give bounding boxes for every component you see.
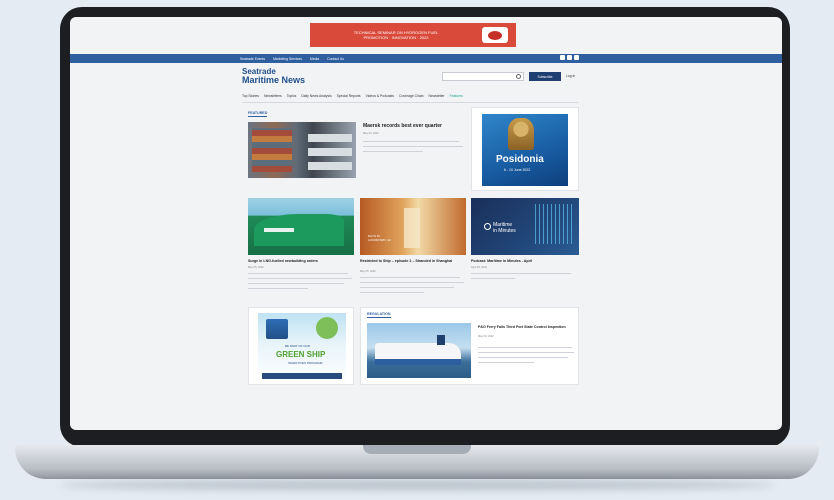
featured-excerpt-line bbox=[363, 151, 423, 152]
banner-ad[interactable]: TECHNICAL SEMINAR ON HYDROGEN FUEL PROMO… bbox=[310, 23, 516, 47]
regulation-section-label: REGULATION bbox=[367, 312, 391, 318]
card2-overlay-text: DAYS IN LOCKDOWN: 42 bbox=[368, 234, 391, 242]
linkedin-icon[interactable] bbox=[567, 55, 572, 60]
regulation-excerpt-line bbox=[478, 347, 572, 348]
card2-excerpt-line bbox=[360, 282, 464, 283]
regulation-image[interactable] bbox=[367, 323, 471, 378]
clock-icon bbox=[484, 223, 491, 230]
greenship-ad[interactable]: BE PART OF OUR GREEN SHIP INCENTIVES PRO… bbox=[258, 313, 346, 383]
category-videos[interactable]: Videos & Podcasts bbox=[366, 94, 394, 98]
category-coverage[interactable]: Coverage Chain bbox=[399, 94, 424, 98]
category-nav: Top Stories Newsletters Topics Daily New… bbox=[242, 94, 463, 98]
regulation-headline[interactable]: P&O Ferry Fails Third Port State Control… bbox=[478, 325, 574, 330]
posidonia-title: Posidonia bbox=[496, 154, 544, 165]
category-newsletter[interactable]: Newsletter bbox=[429, 94, 445, 98]
facebook-icon[interactable] bbox=[560, 55, 565, 60]
regulation-date: May 06, 2022 bbox=[478, 335, 494, 338]
card1-excerpt-line bbox=[248, 278, 352, 279]
regulation-excerpt-line bbox=[478, 352, 574, 353]
card3-excerpt-line bbox=[471, 278, 515, 279]
topnav-link-contact[interactable]: Contact Us bbox=[327, 57, 344, 61]
card1-excerpt-line bbox=[248, 273, 348, 274]
featured-date: May 04, 2022 bbox=[363, 132, 379, 135]
greenship-title: GREEN SHIP bbox=[276, 350, 326, 359]
search-icon[interactable] bbox=[516, 74, 521, 79]
card1-image[interactable] bbox=[248, 198, 354, 255]
logo-line2: Maritime News bbox=[242, 75, 306, 85]
card1-headline[interactable]: Surge in LNG-fuelled newbuilding orders bbox=[248, 259, 354, 264]
card1-excerpt-line bbox=[248, 288, 308, 289]
banner-logo-icon bbox=[482, 27, 508, 43]
card2-headline[interactable]: Restricted to Ship – episode 2 – Strande… bbox=[360, 259, 460, 264]
featured-excerpt-line bbox=[363, 146, 463, 147]
topnav-link-media[interactable]: Media bbox=[310, 57, 319, 61]
category-daily-news[interactable]: Daily News Analysis bbox=[301, 94, 331, 98]
regulation-excerpt-line bbox=[478, 362, 534, 363]
category-top-stories[interactable]: Top Stories bbox=[242, 94, 259, 98]
login-link[interactable]: Log in bbox=[566, 74, 575, 78]
featured-headline[interactable]: Maersk records best ever quarter bbox=[363, 124, 473, 129]
laptop-shadow bbox=[60, 480, 774, 490]
featured-image[interactable] bbox=[248, 122, 356, 178]
search-input[interactable] bbox=[442, 72, 524, 81]
laptop-notch bbox=[363, 445, 471, 454]
card3-headline[interactable]: Podcast: Maritime in Minutes - April bbox=[471, 259, 579, 264]
posidonia-ad[interactable]: Posidonia 6 - 10 June 2022 bbox=[482, 114, 568, 186]
mim-line2: in Minutes bbox=[493, 228, 516, 234]
card2-date: May 05, 2022 bbox=[360, 270, 376, 273]
card3-excerpt-line bbox=[471, 273, 571, 274]
category-topics[interactable]: Topics bbox=[287, 94, 297, 98]
category-newsletters[interactable]: Newsletters bbox=[264, 94, 282, 98]
subscribe-button[interactable]: Subscribe bbox=[529, 72, 561, 81]
twitter-icon[interactable] bbox=[574, 55, 579, 60]
card2-excerpt-line bbox=[360, 287, 454, 288]
topnav-link-marketing[interactable]: Marketing Services bbox=[273, 57, 302, 61]
card3-date: April 29, 2022 bbox=[471, 266, 488, 269]
posidonia-subtitle: 6 - 10 June 2022 bbox=[504, 168, 531, 172]
site-logo[interactable]: Seatrade Maritime News bbox=[242, 68, 306, 85]
category-features[interactable]: Features bbox=[450, 94, 463, 98]
banner-text: TECHNICAL SEMINAR ON HYDROGEN FUEL PROMO… bbox=[316, 30, 476, 40]
category-special-reports[interactable]: Special Reports bbox=[337, 94, 361, 98]
topnav-link-events[interactable]: Seatrade Events bbox=[240, 57, 265, 61]
banner-text-line2: PROMOTION · INNOVATION · 2022 bbox=[363, 35, 429, 40]
featured-section-label: FEATURED bbox=[248, 111, 268, 117]
social-links bbox=[560, 55, 579, 60]
featured-excerpt-line bbox=[363, 141, 459, 142]
laptop-screen: TECHNICAL SEMINAR ON HYDROGEN FUEL PROMO… bbox=[70, 17, 782, 430]
regulation-excerpt-line bbox=[478, 357, 568, 358]
card3-image[interactable]: Maritime in Minutes bbox=[471, 198, 579, 255]
mim-title: Maritime in Minutes bbox=[493, 222, 516, 234]
category-divider bbox=[242, 102, 578, 103]
card2-excerpt-line bbox=[360, 292, 424, 293]
top-nav: Seatrade Events Marketing Services Media… bbox=[70, 54, 782, 63]
card2-excerpt-line bbox=[360, 277, 460, 278]
card2-image[interactable]: DAYS IN LOCKDOWN: 42 bbox=[360, 198, 466, 255]
card1-excerpt-line bbox=[248, 283, 344, 284]
greenship-subtitle: INCENTIVES PROGRAM bbox=[288, 361, 323, 365]
greenship-top-text: BE PART OF OUR bbox=[285, 344, 311, 348]
card1-date: May 05, 2022 bbox=[248, 266, 264, 269]
